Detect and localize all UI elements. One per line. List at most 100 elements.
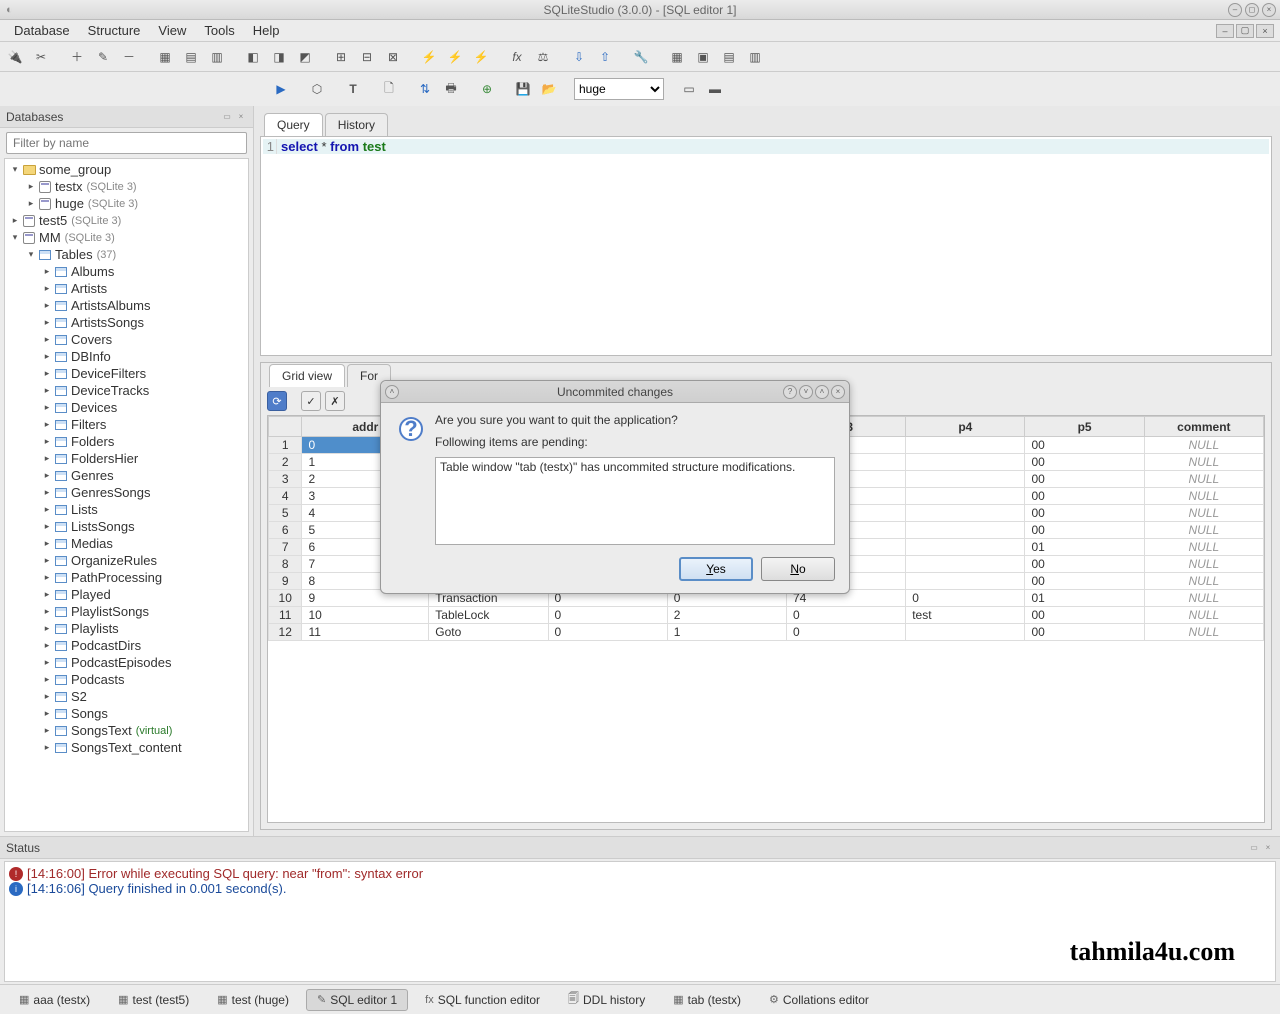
tree-item[interactable]: ▸Filters: [5, 416, 248, 433]
tree-item[interactable]: ▾some_group: [5, 161, 248, 178]
print-icon[interactable]: 🖶: [440, 78, 462, 100]
fn-editor-icon[interactable]: fx: [506, 46, 528, 68]
new-view-icon[interactable]: ◧: [242, 46, 264, 68]
del-index-icon[interactable]: ⊠: [382, 46, 404, 68]
tree-item[interactable]: ▸Genres: [5, 467, 248, 484]
tree-item[interactable]: ▸PlaylistSongs: [5, 603, 248, 620]
edit-table-icon[interactable]: ▤: [180, 46, 202, 68]
load-sql-icon[interactable]: ⊕: [476, 78, 498, 100]
dialog-close-icon[interactable]: ×: [831, 385, 845, 399]
tree-item[interactable]: ▸huge(SQLite 3): [5, 195, 248, 212]
tree-item[interactable]: ▸ListsSongs: [5, 518, 248, 535]
tree-item[interactable]: ▸Played: [5, 586, 248, 603]
mdi-max[interactable]: ▢: [1236, 24, 1254, 38]
tree-item[interactable]: ▸PodcastEpisodes: [5, 654, 248, 671]
dialog-max-icon[interactable]: ˄: [815, 385, 829, 399]
tree-item[interactable]: ▸SongsText(virtual): [5, 722, 248, 739]
connect-icon[interactable]: 🔌: [4, 46, 26, 68]
tab-grid-view[interactable]: Grid view: [269, 364, 345, 387]
tree-item[interactable]: ▸OrganizeRules: [5, 552, 248, 569]
add-db-icon[interactable]: ＋: [66, 46, 88, 68]
tree-item[interactable]: ▸GenresSongs: [5, 484, 248, 501]
window-close[interactable]: ×: [1262, 3, 1276, 17]
tab-query[interactable]: Query: [264, 113, 323, 136]
layout-4-icon[interactable]: ▥: [744, 46, 766, 68]
window-tab[interactable]: 🗐DDL history: [557, 986, 656, 1013]
edit-view-icon[interactable]: ◨: [268, 46, 290, 68]
filter-input[interactable]: [6, 132, 247, 154]
tree-item[interactable]: ▸SongsText_content: [5, 739, 248, 756]
remove-db-icon[interactable]: －: [118, 46, 140, 68]
edit-index-icon[interactable]: ⊟: [356, 46, 378, 68]
dialog-min-icon[interactable]: ˅: [799, 385, 813, 399]
dialog-collapse-icon[interactable]: ˄: [385, 385, 399, 399]
tree-item[interactable]: ▸DBInfo: [5, 348, 248, 365]
tree-item[interactable]: ▸Covers: [5, 331, 248, 348]
layout-3-icon[interactable]: ▤: [718, 46, 740, 68]
clear-history-icon[interactable]: 🗋: [378, 78, 400, 100]
tree-item[interactable]: ▸Albums: [5, 263, 248, 280]
tree-item[interactable]: ▾MM(SQLite 3): [5, 229, 248, 246]
collation-editor-icon[interactable]: ⚖: [532, 46, 554, 68]
menu-structure[interactable]: Structure: [80, 21, 149, 40]
no-button[interactable]: No: [761, 557, 835, 581]
layout-2-icon[interactable]: ▣: [692, 46, 714, 68]
settings-icon[interactable]: 🔧: [630, 46, 652, 68]
window-max[interactable]: ◻: [1245, 3, 1259, 17]
status-undock-icon[interactable]: ▭: [1248, 842, 1260, 854]
sql-editor[interactable]: 1select * from test: [260, 136, 1272, 356]
window-tab[interactable]: ▦tab (testx): [662, 989, 752, 1011]
layout-1-icon[interactable]: ▦: [666, 46, 688, 68]
tree-item[interactable]: ▸Artists: [5, 280, 248, 297]
dialog-help-icon[interactable]: ?: [783, 385, 797, 399]
status-close-icon[interactable]: ×: [1262, 842, 1274, 854]
edit-db-icon[interactable]: ✎: [92, 46, 114, 68]
menu-help[interactable]: Help: [245, 21, 288, 40]
tree-item[interactable]: ▸Playlists: [5, 620, 248, 637]
mdi-close[interactable]: ×: [1256, 24, 1274, 38]
tree-item[interactable]: ▸PodcastDirs: [5, 637, 248, 654]
window-tab[interactable]: ▦test (huge): [206, 989, 300, 1011]
tree-item[interactable]: ▸testx(SQLite 3): [5, 178, 248, 195]
export-results-icon[interactable]: ⇅: [414, 78, 436, 100]
format-sql-icon[interactable]: T: [342, 78, 364, 100]
tree-item[interactable]: ▸ArtistsAlbums: [5, 297, 248, 314]
tree-item[interactable]: ▸S2: [5, 688, 248, 705]
tree-item[interactable]: ▸Medias: [5, 535, 248, 552]
export-icon[interactable]: ⇧: [594, 46, 616, 68]
tree-item[interactable]: ▸Devices: [5, 399, 248, 416]
tree-item[interactable]: ▸FoldersHier: [5, 450, 248, 467]
tree-item[interactable]: ▸DeviceFilters: [5, 365, 248, 382]
explain-icon[interactable]: ⬡: [306, 78, 328, 100]
window-tab[interactable]: ▦test (test5): [107, 989, 200, 1011]
rollback-icon[interactable]: ✗: [325, 391, 345, 411]
disconnect-icon[interactable]: ✂: [30, 46, 52, 68]
tree-item[interactable]: ▸Songs: [5, 705, 248, 722]
save-sql-icon[interactable]: 💾: [512, 78, 534, 100]
database-tree[interactable]: ▾some_group▸testx(SQLite 3)▸huge(SQLite …: [4, 158, 249, 832]
tree-item[interactable]: ▸ArtistsSongs: [5, 314, 248, 331]
window-tab[interactable]: ⚙Collations editor: [758, 989, 880, 1011]
del-trigger-icon[interactable]: ⚡: [470, 46, 492, 68]
tree-item[interactable]: ▸Folders: [5, 433, 248, 450]
edit-trigger-icon[interactable]: ⚡: [444, 46, 466, 68]
tree-item[interactable]: ▸Lists: [5, 501, 248, 518]
yes-button[interactable]: Yes: [679, 557, 753, 581]
commit-icon[interactable]: ✓: [301, 391, 321, 411]
tree-item[interactable]: ▸PathProcessing: [5, 569, 248, 586]
window-min[interactable]: –: [1228, 3, 1242, 17]
new-index-icon[interactable]: ⊞: [330, 46, 352, 68]
menu-database[interactable]: Database: [6, 21, 78, 40]
window-tab[interactable]: fxSQL function editor: [414, 989, 551, 1011]
tree-item[interactable]: ▸DeviceTracks: [5, 382, 248, 399]
tree-item[interactable]: ▸Podcasts: [5, 671, 248, 688]
panel-close-icon[interactable]: ×: [235, 111, 247, 123]
panel-undock-icon[interactable]: ▭: [221, 111, 233, 123]
new-trigger-icon[interactable]: ⚡: [418, 46, 440, 68]
import-icon[interactable]: ⇩: [568, 46, 590, 68]
refresh-icon[interactable]: ⟳: [267, 391, 287, 411]
tree-item[interactable]: ▾Tables(37): [5, 246, 248, 263]
results-below-icon[interactable]: ▭: [678, 78, 700, 100]
del-view-icon[interactable]: ◩: [294, 46, 316, 68]
window-tab[interactable]: ▦aaa (testx): [8, 989, 101, 1011]
